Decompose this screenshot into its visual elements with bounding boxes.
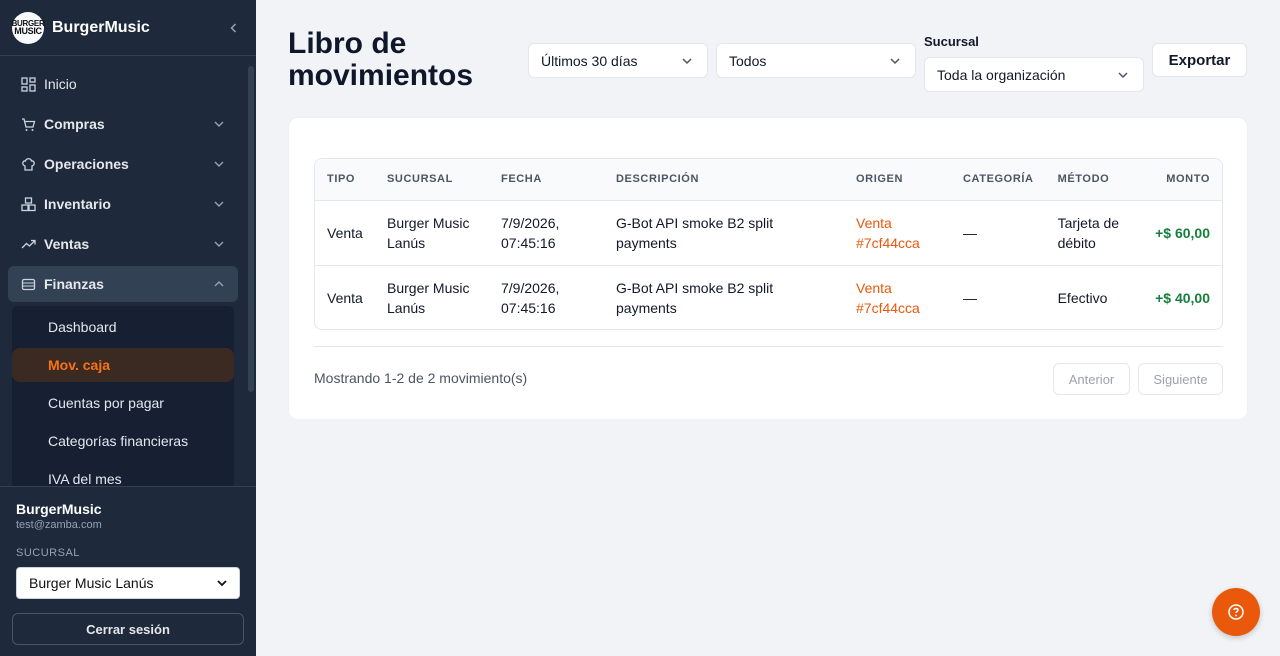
user-name: BurgerMusic [16, 501, 102, 517]
brand-name: BurgerMusic [52, 18, 150, 36]
submenu-item-iva-del-mes[interactable]: IVA del mes [12, 462, 234, 486]
boxes-icon [20, 196, 36, 212]
col-monto: MONTO [1140, 159, 1222, 201]
branch-filter-value: Toda la organización [937, 66, 1066, 83]
page-title: Libro de movimientos [288, 27, 474, 92]
chevron-down-icon [681, 54, 695, 68]
sidebar-scrollbar[interactable] [248, 66, 254, 392]
cell-descripcion: G-Bot API smoke B2 split payments [616, 279, 774, 316]
cell-descripcion: G-Bot API smoke B2 split payments [604, 200, 844, 266]
chevron-left-icon [230, 22, 237, 33]
cell-metodo: Efectivo [1057, 289, 1108, 306]
col-fecha: FECHA [489, 159, 604, 201]
cell-fecha: 7/9/2026, 07:45:16 [489, 200, 604, 266]
main-content: Libro de movimientos Últimos 30 días Tod… [256, 0, 1280, 656]
trend-icon [20, 236, 36, 252]
chevron-up-icon [212, 277, 226, 291]
submenu-item-cuentas-por-pagar[interactable]: Cuentas por pagar [12, 386, 234, 420]
logo-text-bottom: MUSIC [14, 25, 42, 36]
cell-categoria: — [951, 200, 1046, 266]
sidebar-item-operaciones[interactable]: Operaciones [8, 146, 238, 182]
movements-card: TIPO SUCURSAL FECHA DESCRIPCIÓN ORIGEN C… [288, 117, 1248, 420]
next-page-button[interactable]: Siguiente [1138, 363, 1223, 395]
sidebar-item-label: Inventario [44, 196, 111, 212]
sidebar: BURGER MUSIC BurgerMusic Inicio Compras O… [0, 0, 256, 656]
submenu-item-dashboard[interactable]: Dashboard [12, 310, 234, 344]
finanzas-submenu: Dashboard Mov. caja Cuentas por pagar Ca… [12, 306, 234, 486]
user-email: test@zamba.com [16, 519, 102, 531]
col-descripcion: DESCRIPCIÓN [604, 159, 844, 201]
branch-filter-label: Sucursal [924, 34, 979, 49]
type-filter-value: Todos [729, 52, 767, 69]
sidebar-item-label: Operaciones [44, 156, 129, 172]
brand-header: BURGER MUSIC BurgerMusic [0, 0, 256, 56]
col-tipo: TIPO [315, 159, 375, 201]
sidebar-item-label: Finanzas [44, 276, 104, 292]
grid-icon [20, 76, 36, 92]
sidebar-item-inventario[interactable]: Inventario [8, 186, 238, 222]
sidebar-item-compras[interactable]: Compras [8, 106, 238, 142]
table-row: Venta Burger Music Lanús 7/9/2026, 07:45… [315, 265, 1222, 329]
sidebar-nav: Inicio Compras Operaciones Inventario Ve… [0, 66, 246, 486]
col-metodo: MÉTODO [1045, 159, 1141, 201]
chevron-down-icon [1117, 68, 1131, 82]
divider [314, 346, 1223, 347]
cell-monto: +$ 40,00 [1155, 289, 1210, 306]
sidebar-item-ventas[interactable]: Ventas [8, 226, 238, 262]
chevron-down-icon [212, 237, 226, 251]
wallet-icon [20, 276, 36, 292]
pagination-summary: Mostrando 1-2 de 2 movimiento(s) [314, 370, 528, 386]
sidebar-footer: BurgerMusic test@zamba.com SUCURSAL Burg… [0, 486, 256, 656]
cell-sucursal: Burger Music Lanús [387, 279, 470, 316]
cell-sucursal: Burger Music Lanús [375, 200, 489, 266]
cell-metodo: Tarjeta de débito [1045, 200, 1141, 266]
branch-filter[interactable]: Toda la organización [924, 57, 1144, 92]
col-sucursal: SUCURSAL [375, 159, 489, 201]
col-origen: ORIGEN [844, 159, 951, 201]
sidebar-item-inicio[interactable]: Inicio [8, 66, 238, 102]
branch-select-value: Burger Music Lanús [29, 575, 154, 591]
movements-table: TIPO SUCURSAL FECHA DESCRIPCIÓN ORIGEN C… [314, 158, 1223, 330]
sidebar-item-label: Compras [44, 116, 105, 132]
chevron-down-icon [212, 157, 226, 171]
branch-select[interactable]: Burger Music Lanús [16, 567, 240, 599]
sidebar-item-label: Inicio [44, 76, 77, 92]
submenu-item-mov-caja[interactable]: Mov. caja [12, 348, 234, 382]
cell-tipo: Venta [327, 289, 363, 306]
table-row: Venta Burger Music Lanús 7/9/2026, 07:45… [315, 200, 1222, 266]
help-button[interactable] [1212, 588, 1260, 636]
previous-page-button[interactable]: Anterior [1053, 363, 1130, 395]
cell-monto: +$ 60,00 [1140, 200, 1222, 266]
help-circle-icon [1228, 604, 1244, 620]
chevron-down-icon [212, 117, 226, 131]
sidebar-item-label: Ventas [44, 236, 90, 252]
collapse-sidebar-button[interactable] [224, 18, 244, 38]
submenu-item-categorias-financieras[interactable]: Categorías financieras [12, 424, 234, 458]
chef-hat-icon [20, 156, 36, 172]
cell-fecha: 7/9/2026, 07:45:16 [501, 279, 560, 316]
period-filter[interactable]: Últimos 30 días [528, 43, 708, 78]
sidebar-item-finanzas[interactable]: Finanzas [8, 266, 238, 302]
table-header-row: TIPO SUCURSAL FECHA DESCRIPCIÓN ORIGEN C… [315, 159, 1222, 201]
export-button[interactable]: Exportar [1152, 43, 1247, 77]
branch-label: SUCURSAL [16, 547, 80, 559]
brand-logo[interactable]: BURGER MUSIC [12, 11, 45, 44]
col-categoria: CATEGORÍA [951, 159, 1046, 201]
chevron-down-icon [889, 54, 903, 68]
logout-button[interactable]: Cerrar sesión [12, 613, 244, 645]
cell-origen-link[interactable]: Venta #7cf44cca [844, 265, 951, 329]
cell-categoria: — [963, 289, 977, 306]
cell-tipo: Venta [315, 200, 375, 266]
period-filter-value: Últimos 30 días [541, 52, 638, 69]
chevron-down-icon [212, 197, 226, 211]
cell-origen-link[interactable]: Venta #7cf44cca [844, 200, 951, 266]
cart-icon [20, 116, 36, 132]
type-filter[interactable]: Todos [716, 43, 916, 78]
chevron-down-icon [217, 580, 227, 587]
